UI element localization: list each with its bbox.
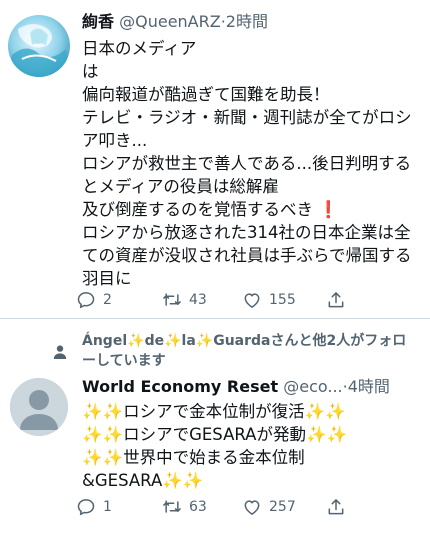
retweet-icon [163, 293, 181, 306]
retweet-button[interactable]: 63 [162, 496, 207, 518]
reply-count: 2 [103, 292, 112, 308]
context-name-part: la [181, 333, 196, 349]
sparkle-emoji: ✨ [195, 333, 214, 349]
text-line: テレビ・ラジオ・新聞・週刊誌が全てがロシ [82, 108, 412, 127]
reply-count: 1 [103, 499, 112, 515]
share-button[interactable] [326, 496, 346, 518]
like-count: 257 [269, 499, 296, 515]
sparkle-emoji: ✨✨ [162, 471, 204, 490]
tweet-text: 日本のメディア は 偏向報道が酷過ぎて国難を助長！ テレビ・ラジオ・新聞・週刊誌… [82, 37, 422, 290]
text-line: ア叩き... [82, 131, 148, 150]
text-line: ✨✨ロシアでGESARAが発動✨✨ [82, 423, 422, 446]
display-name[interactable]: 絢香 [82, 12, 114, 31]
text-fragment: ロシアで金本位制が復活 [123, 402, 305, 421]
share-button[interactable] [326, 289, 346, 311]
text-line: は [82, 62, 99, 81]
exclamation-emoji: ❗ [318, 200, 339, 219]
user-handle[interactable]: @QueenARZ [119, 12, 221, 31]
text-fragment: 及び倒産するのを覚悟するべき [82, 200, 313, 219]
text-fragment: &GESARA [82, 471, 163, 490]
tweet-header: 絢香 @QueenARZ·2時間 [82, 12, 268, 32]
retweet-count: 63 [189, 499, 207, 515]
social-context[interactable]: Ángel✨de✨la✨Guardaさんと他2人がフォロ ーしています [50, 331, 420, 371]
sparkle-emoji: ✨✨ [82, 402, 124, 421]
like-button[interactable]: 155 [242, 289, 296, 311]
context-name-part: de [144, 333, 165, 349]
retweet-button[interactable]: 43 [162, 289, 207, 311]
avatar[interactable] [8, 15, 70, 77]
retweet-count: 43 [189, 292, 207, 308]
text-line: ✨✨世界中で始まる金本位制 [82, 446, 422, 469]
text-line: ロシアが救世主で善人である...後日判明する [82, 154, 412, 173]
text-line: 偏向報道が酷過ぎて国難を助長！ [82, 85, 330, 104]
sparkle-emoji: ✨✨ [82, 425, 124, 444]
like-count: 155 [269, 292, 296, 308]
share-icon [328, 292, 344, 308]
sparkle-emoji: ✨✨ [305, 425, 348, 444]
reply-icon [77, 499, 95, 516]
sparkle-emoji: ✨✨ [304, 402, 346, 421]
display-name[interactable]: World Economy Reset [82, 377, 278, 396]
social-context-line: Ángel✨de✨la✨Guardaさんと他2人がフォロ [50, 331, 420, 351]
share-icon [328, 499, 344, 515]
text-line: 日本のメディア [82, 39, 197, 58]
tweet-1[interactable]: 絢香 @QueenARZ·2時間 日本のメディア は 偏向報道が酷過ぎて国難を助… [0, 0, 430, 318]
context-name-part: Ángel [82, 333, 128, 349]
tweet-actions: 1 63 257 [76, 496, 376, 518]
text-line: ロシアから放逐された314社の日本企業は全 [82, 223, 411, 242]
user-handle[interactable]: @eco... [283, 377, 342, 396]
sparkle-emoji: ✨✨ [82, 448, 124, 467]
text-line: とメディアの役員は総解雇 [82, 177, 279, 196]
sparkle-emoji: ✨ [127, 333, 145, 349]
reply-icon [77, 292, 95, 309]
heart-icon [244, 293, 260, 308]
text-line: ての資産が没収され社員は手ぶらで帰国する [82, 246, 412, 265]
reply-button[interactable]: 2 [76, 289, 112, 311]
tweet-header: World Economy Reset @eco...·4時間 [82, 377, 390, 397]
retweet-icon [163, 500, 181, 513]
context-name-part: Guardaさんと他2人がフォロ [213, 333, 407, 349]
reply-button[interactable]: 1 [76, 496, 112, 518]
heart-icon [244, 500, 260, 515]
text-line: ✨✨ロシアで金本位制が復活✨✨ [82, 400, 422, 423]
text-fragment: ロシアでGESARAが発動 [123, 425, 306, 444]
text-line: &GESARA✨✨ [82, 469, 422, 492]
text-line: 羽目に [82, 269, 132, 288]
timestamp[interactable]: 2時間 [226, 12, 268, 31]
tweet-actions: 2 43 155 [76, 289, 376, 311]
text-line: 及び倒産するのを覚悟するべき ❗ [82, 198, 422, 221]
like-button[interactable]: 257 [242, 496, 296, 518]
timestamp[interactable]: 4時間 [348, 377, 390, 396]
avatar[interactable] [10, 378, 68, 436]
sparkle-emoji: ✨ [164, 333, 182, 349]
tweet-text: ✨✨ロシアで金本位制が復活✨✨ ✨✨ロシアでGESARAが発動✨✨ ✨✨世界中で… [82, 400, 422, 492]
tweet-2[interactable]: Ángel✨de✨la✨Guardaさんと他2人がフォロ ーしています Worl… [0, 319, 430, 535]
text-fragment: 世界中で始まる金本位制 [123, 448, 305, 467]
social-context-line: ーしています [82, 353, 166, 369]
